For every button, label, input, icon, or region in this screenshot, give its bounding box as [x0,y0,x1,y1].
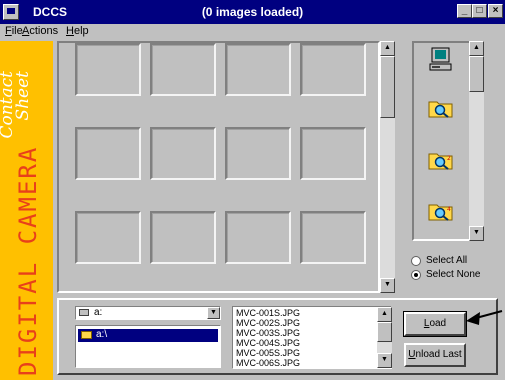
directory-label: a:\ [96,329,108,340]
scroll-down-icon[interactable]: ▼ [377,353,392,368]
svg-text:4: 4 [447,206,451,213]
scroll-up-icon[interactable]: ▲ [377,307,392,322]
open-folder-icon [81,331,92,339]
scroll-thumb[interactable] [469,56,484,92]
icon-list-scrollbar[interactable]: ▲ ▼ [469,41,484,241]
menu-bar: File Actions Help [0,24,505,40]
drive-value: a: [94,307,103,318]
banner-main-text: DIGITAL CAMERA [14,146,42,376]
search-folder-2-icon[interactable]: 2 [428,150,454,170]
file-item[interactable]: MVC-006S.JPG [236,358,300,368]
file-item[interactable]: MVC-002S.JPG [236,318,300,328]
thumbnail-slot[interactable] [300,43,366,96]
brand-banner: Contact Sheet DIGITAL CAMERA [0,41,53,380]
unload-last-button[interactable]: Unload Last [404,343,466,367]
select-all-label: Select All [426,255,468,266]
thumbnail-slot[interactable] [225,211,291,264]
close-button[interactable]: × [488,4,503,18]
thumbnail-slot[interactable] [225,127,291,180]
file-list-scrollbar[interactable]: ▲ ▼ [377,307,392,368]
thumbnail-slot[interactable] [150,127,216,180]
thumbnail-slot[interactable] [150,43,216,96]
banner-script-line2: Sheet [13,71,33,121]
search-folder-4-icon[interactable]: 4 [428,201,454,221]
load-button[interactable]: Load [403,311,467,337]
file-item[interactable]: MVC-005S.JPG [236,348,300,358]
thumbnail-slot[interactable] [150,211,216,264]
thumbnail-slot[interactable] [75,127,141,180]
scroll-thumb[interactable] [377,322,392,342]
contact-sheet-scrollbar[interactable]: ▲ ▼ [380,41,395,293]
scroll-up-icon[interactable]: ▲ [469,41,484,56]
pointer-arrow-icon [466,310,503,325]
scroll-down-icon[interactable]: ▼ [380,278,395,293]
thumbnail-slot[interactable] [300,211,366,264]
minimize-button[interactable]: _ [457,4,472,18]
radio-circle[interactable] [411,256,421,266]
drive-select[interactable]: a: ▼ [75,306,221,320]
drive-icon [79,309,89,316]
directory-list[interactable]: a:\ [75,325,221,368]
radio-circle[interactable] [411,270,421,280]
menu-help[interactable]: Help [66,25,89,37]
menu-actions[interactable]: Actions [22,25,58,37]
file-item[interactable]: MVC-001S.JPG [236,308,300,318]
thumbnail-slot[interactable] [300,127,366,180]
search-folder-icon[interactable] [428,98,454,118]
file-item[interactable]: MVC-003S.JPG [236,328,300,338]
menu-file[interactable]: File [5,25,23,37]
scroll-up-icon[interactable]: ▲ [380,41,395,56]
thumbnail-slot[interactable] [75,211,141,264]
file-list[interactable]: MVC-001S.JPG MVC-002S.JPG MVC-003S.JPG M… [232,306,392,369]
thumbnail-slot[interactable] [225,43,291,96]
maximize-button[interactable]: □ [472,4,487,18]
brand-logo: Contact Sheet DIGITAL CAMERA [0,71,42,376]
directory-item-selected[interactable]: a:\ [78,329,218,342]
window-title: (0 images loaded) [201,5,304,19]
select-none-label: Select None [426,269,481,280]
svg-text:2: 2 [447,155,451,162]
thumbnail-slot[interactable] [75,43,141,96]
chevron-down-icon[interactable]: ▼ [207,307,220,319]
scroll-down-icon[interactable]: ▼ [469,226,484,241]
scroll-thumb[interactable] [380,56,395,118]
contact-sheet-area [57,41,380,293]
file-item[interactable]: MVC-004S.JPG [236,338,300,348]
computer-icon[interactable] [428,47,454,73]
title-bar: DCCS (0 images loaded) _ □ × [0,0,505,24]
